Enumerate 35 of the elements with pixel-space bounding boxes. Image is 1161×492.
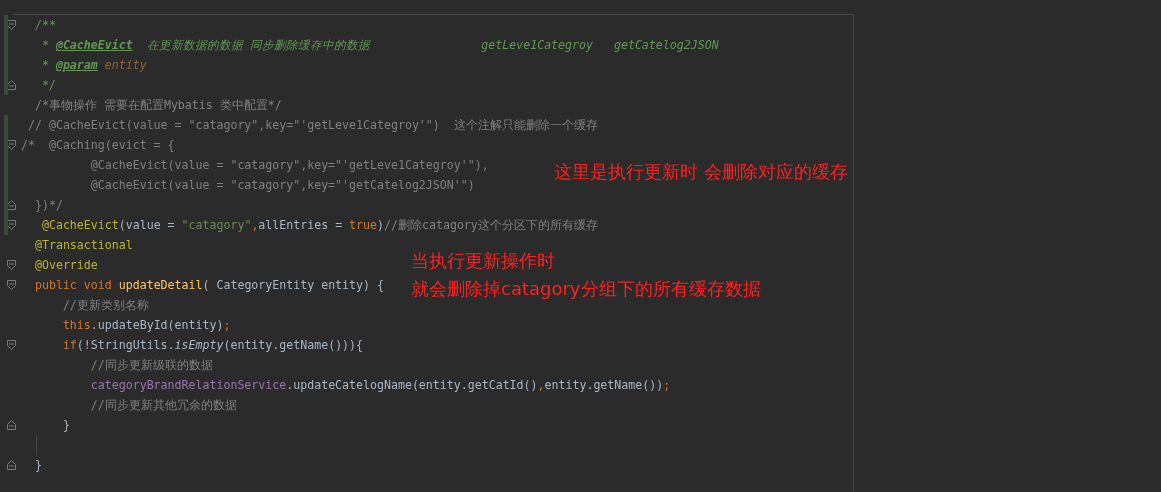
fold-marker-icon[interactable] [7, 420, 16, 430]
fold-marker-icon[interactable] [7, 340, 16, 350]
code-line: @CacheEvict(value = "catagory",key="'getCatelog2JSON'") [89, 177, 475, 194]
fold-marker-icon[interactable] [7, 200, 16, 210]
code-line: //同步更新级联的数据 [89, 357, 213, 374]
annotation-text: 就会删除掉catagory分组下的所有缓存数据 [411, 277, 761, 301]
code-line: if(!StringUtils.isEmpty(entity.getName())){ [61, 337, 364, 354]
code-line: //同步更新其他冗余的数据 [89, 397, 237, 414]
code-line: categoryBrandRelationService.updateCatelogName(entity.getCatId(),entity.getName()); [89, 377, 671, 394]
fold-marker-icon[interactable] [7, 280, 16, 290]
fold-marker-icon[interactable] [7, 140, 16, 150]
code-line: @Override [33, 257, 98, 274]
code-line: @CacheEvict(value = "catagory",allEntries = true)//删除catagory这个分区下的所有缓存 [40, 217, 598, 234]
code-line: this.updateById(entity); [61, 317, 231, 334]
fold-marker-icon[interactable] [7, 220, 16, 230]
code-line: /* @Caching(evict = { [21, 137, 175, 154]
code-line: } [61, 417, 70, 434]
code-line: /** [33, 17, 56, 34]
code-line: /*事物操作 需要在配置Mybatis 类中配置*/ [33, 97, 282, 114]
annotation-text: 这里是执行更新时 会删除对应的缓存 [554, 160, 848, 184]
code-line: * @CacheEvict 在更新数据的数据 同步删除缓存中的数据 getLeve1Categroy getCatelog2JSON [40, 37, 719, 54]
code-line: //更新类别名称 [61, 297, 149, 314]
code-line: })*/ [33, 197, 63, 214]
code-line: } [33, 457, 42, 474]
code-line: @CacheEvict(value = "catagory",key="'getLeve1Categroy'"), [89, 157, 489, 174]
annotation-text: 当执行更新操作时 [411, 249, 555, 273]
code-line: * @param entity [40, 57, 147, 74]
code-line: @Transactional [33, 237, 133, 254]
fold-marker-icon[interactable] [7, 80, 16, 90]
code-line: */ [40, 77, 56, 94]
code-line: // @CacheEvict(value = "catagory",key="'getLeve1Categroy'") 这个注解只能删除一个缓存 [26, 117, 598, 134]
code-line: public void updateDetail( CategoryEntity entity) { [33, 277, 384, 294]
fold-marker-icon[interactable] [7, 460, 16, 470]
fold-marker-icon[interactable] [7, 260, 16, 270]
fold-marker-icon[interactable] [7, 20, 16, 30]
